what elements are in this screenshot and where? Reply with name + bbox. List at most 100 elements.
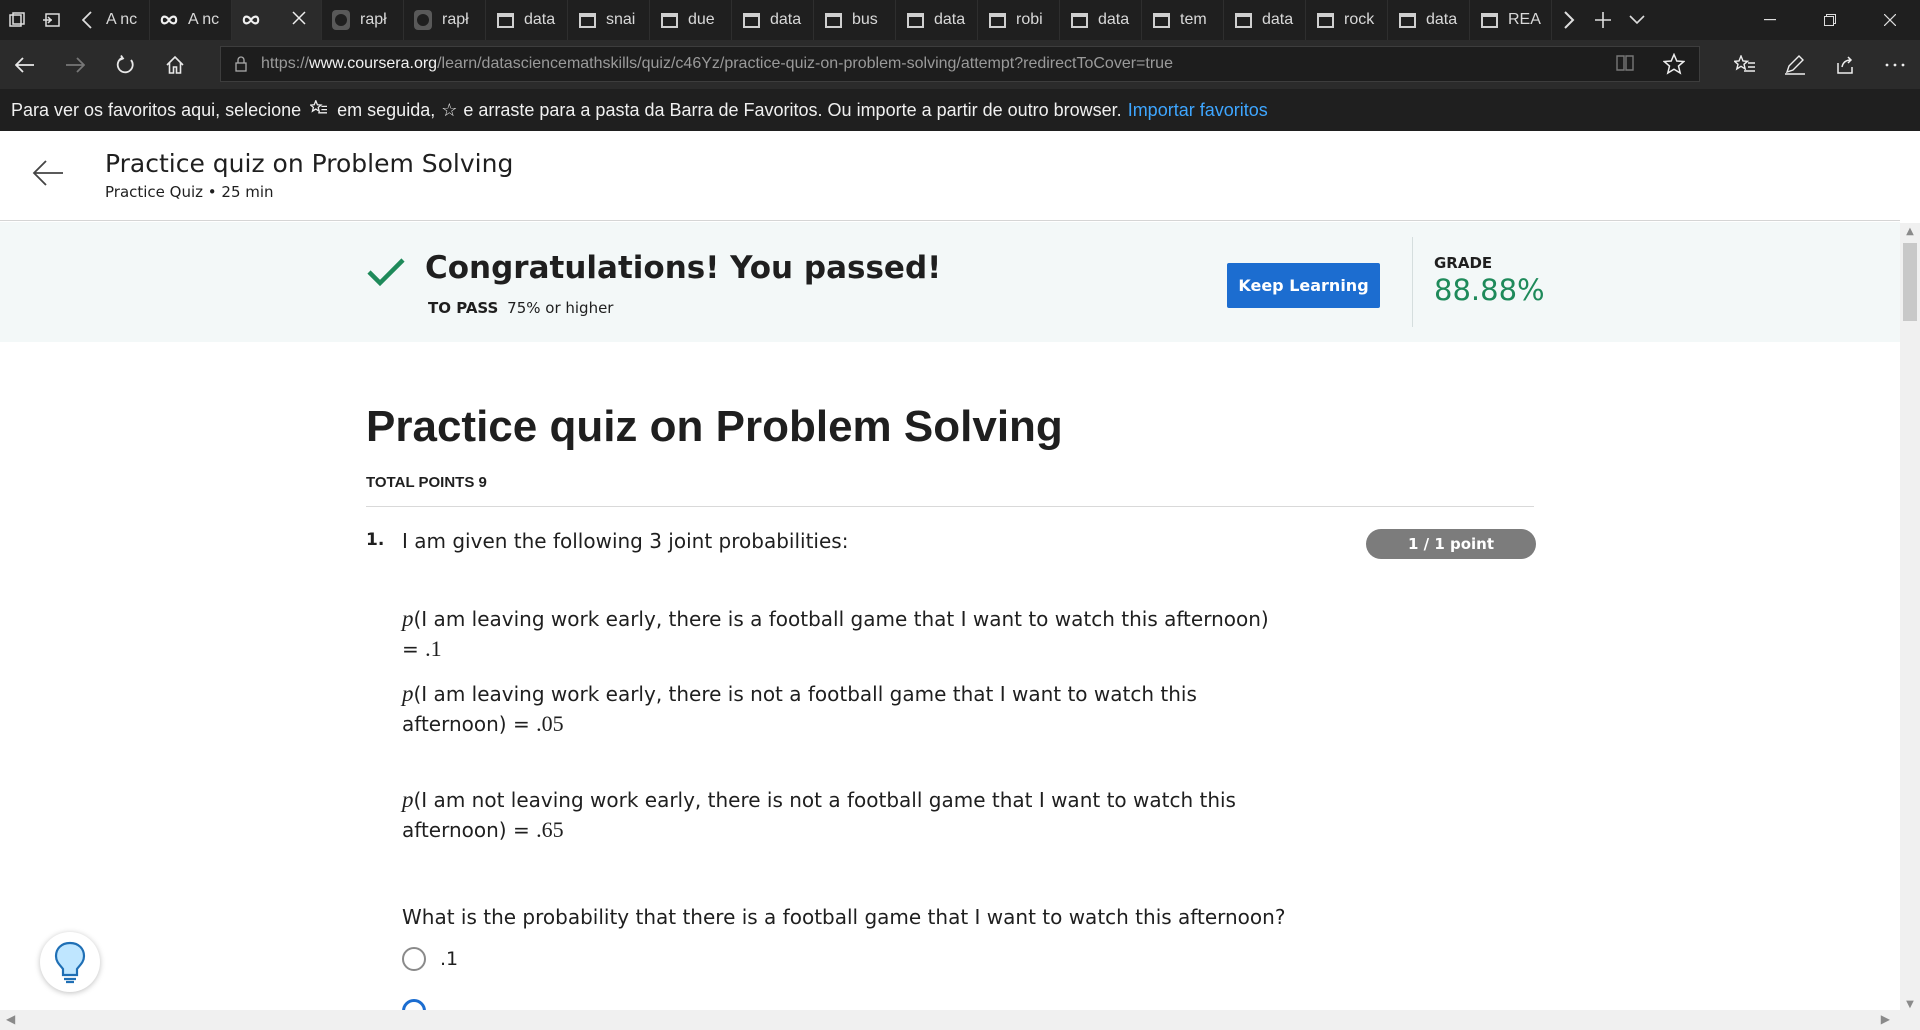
quiz-header-subtitle: Practice Quiz • 25 min: [105, 183, 274, 201]
browser-tab[interactable]: rock: [1306, 0, 1388, 40]
tab-label: bus: [852, 11, 878, 28]
favorite-star-icon[interactable]: [1662, 52, 1686, 80]
page-icon: [1070, 11, 1088, 29]
probability-item: p(I am not leaving work early, there is …: [402, 785, 1272, 845]
close-tab-icon[interactable]: [292, 10, 306, 30]
refresh-icon[interactable]: [100, 40, 150, 89]
browser-tab[interactable]: rapł: [404, 0, 486, 40]
back-arrow-icon[interactable]: [32, 159, 72, 195]
forward-icon[interactable]: [50, 40, 100, 89]
page-icon: [578, 11, 596, 29]
probability-text: (I am leaving work early, there is not a…: [402, 682, 1197, 736]
keep-learning-button[interactable]: Keep Learning: [1227, 263, 1380, 308]
scroll-up-icon[interactable]: ▲: [1900, 223, 1920, 239]
restore-icon[interactable]: [1800, 0, 1860, 40]
scroll-tabs-right-icon[interactable]: [1552, 0, 1586, 40]
scroll-down-icon[interactable]: ▼: [1900, 996, 1920, 1012]
browser-tab[interactable]: tem: [1142, 0, 1224, 40]
favorites-list-icon: [309, 98, 328, 121]
tab-label: A nc: [106, 11, 138, 28]
answer-option[interactable]: .1: [402, 947, 458, 971]
infinity-icon: [160, 11, 178, 29]
quiz-header: Practice quiz on Problem Solving Practic…: [0, 131, 1900, 221]
new-tab-icon[interactable]: [1586, 0, 1620, 40]
browser-tab[interactable]: A nc: [68, 0, 150, 40]
home-icon[interactable]: [150, 40, 200, 89]
browser-tab[interactable]: snai: [568, 0, 650, 40]
tab-label: robi: [1016, 11, 1043, 28]
lock-icon[interactable]: [221, 56, 261, 72]
total-points: TOTAL POINTS 9: [366, 474, 487, 491]
browser-tab[interactable]: rapł: [322, 0, 404, 40]
minimize-icon[interactable]: [1740, 0, 1800, 40]
probability-text: (I am not leaving work early, there is n…: [402, 788, 1236, 842]
share-icon[interactable]: [1820, 40, 1870, 89]
browser-tab[interactable]: robi: [978, 0, 1060, 40]
radio-button[interactable]: [402, 947, 426, 971]
scroll-left-icon[interactable]: ◀: [6, 1012, 15, 1026]
reading-view-icon[interactable]: [1615, 53, 1635, 80]
tab-label: snai: [606, 11, 636, 28]
browser-tab[interactable]: REA: [1470, 0, 1552, 40]
favorites-bar: Para ver os favoritos aqui, selecione em…: [0, 89, 1920, 131]
set-aside-tabs-icon[interactable]: [34, 0, 68, 40]
pen-icon[interactable]: [1770, 40, 1820, 89]
tab-label: data: [1262, 11, 1294, 28]
browser-tab[interactable]: data: [1224, 0, 1306, 40]
tab-label: rapł: [360, 11, 387, 28]
tab-label: due: [688, 11, 715, 28]
tab-label: REA: [1508, 11, 1541, 28]
tab-label: data: [770, 11, 802, 28]
quiz-header-title: Practice quiz on Problem Solving: [105, 149, 514, 178]
browser-tab[interactable]: due: [650, 0, 732, 40]
address-bar[interactable]: https://www.coursera.org/learn/datascien…: [220, 46, 1700, 82]
question-text: I am given the following 3 joint probabi…: [402, 529, 849, 553]
close-window-icon[interactable]: [1860, 0, 1920, 40]
import-favorites-link[interactable]: Importar favoritos: [1128, 100, 1268, 121]
tab-label: data: [934, 11, 966, 28]
lightbulb-help-button[interactable]: [40, 932, 100, 992]
page-icon: [1398, 11, 1416, 29]
probability-item: p(I am leaving work early, there is not …: [402, 679, 1272, 739]
pass-requirement: TO PASS 75% or higher: [428, 299, 613, 317]
tab-actions-icon[interactable]: [0, 0, 34, 40]
browser-tab[interactable]: data: [896, 0, 978, 40]
vertical-scrollbar[interactable]: ▲ ▼: [1900, 223, 1920, 1030]
github-icon: [332, 10, 350, 30]
more-options-icon[interactable]: [1870, 40, 1920, 89]
github-icon: [414, 10, 432, 30]
browser-tab[interactable]: data: [1388, 0, 1470, 40]
browser-tab-bar: A nc A nc rapł rapł data snai due data bus data ro…: [0, 0, 1920, 40]
checkmark-icon: [366, 256, 410, 292]
tab-preview-chevron-down-icon[interactable]: [1620, 0, 1654, 40]
probability-var: p: [402, 681, 414, 706]
browser-tab[interactable]: data: [486, 0, 568, 40]
browser-tab[interactable]: data: [732, 0, 814, 40]
tab-label: rapł: [442, 11, 469, 28]
scroll-right-icon[interactable]: ▶: [1881, 1012, 1890, 1026]
browser-tab[interactable]: bus: [814, 0, 896, 40]
horizontal-scrollbar[interactable]: ◀ ▶: [0, 1010, 1900, 1030]
tab-label: rock: [1344, 11, 1375, 28]
tab-label: data: [524, 11, 556, 28]
page-icon: [660, 11, 678, 29]
probability-var: p: [402, 787, 414, 812]
star-icon: ☆: [441, 99, 458, 120]
favorites-bar-text-1: Para ver os favoritos aqui, selecione: [11, 99, 302, 120]
favorites-list-icon[interactable]: [1720, 40, 1770, 89]
tab-strip: A nc A nc rapł rapł data snai due data bus data ro…: [68, 0, 1552, 40]
browser-tab[interactable]: [232, 0, 322, 40]
probability-text: (I am leaving work early, there is a foo…: [402, 607, 1269, 661]
tab-label: tem: [1180, 11, 1207, 28]
back-icon[interactable]: [0, 40, 50, 89]
scrollbar-thumb[interactable]: [1903, 243, 1917, 321]
to-pass-value: 75% or higher: [507, 299, 614, 317]
page-icon: [906, 11, 924, 29]
browser-tab[interactable]: A nc: [150, 0, 232, 40]
probability-item: p(I am leaving work early, there is a fo…: [402, 604, 1272, 664]
passed-title: Congratulations! You passed!: [425, 250, 942, 286]
url-host: www.coursera.org: [309, 55, 438, 72]
grade-value: 88.88%: [1434, 273, 1545, 307]
tab-label: data: [1426, 11, 1458, 28]
browser-tab[interactable]: data: [1060, 0, 1142, 40]
